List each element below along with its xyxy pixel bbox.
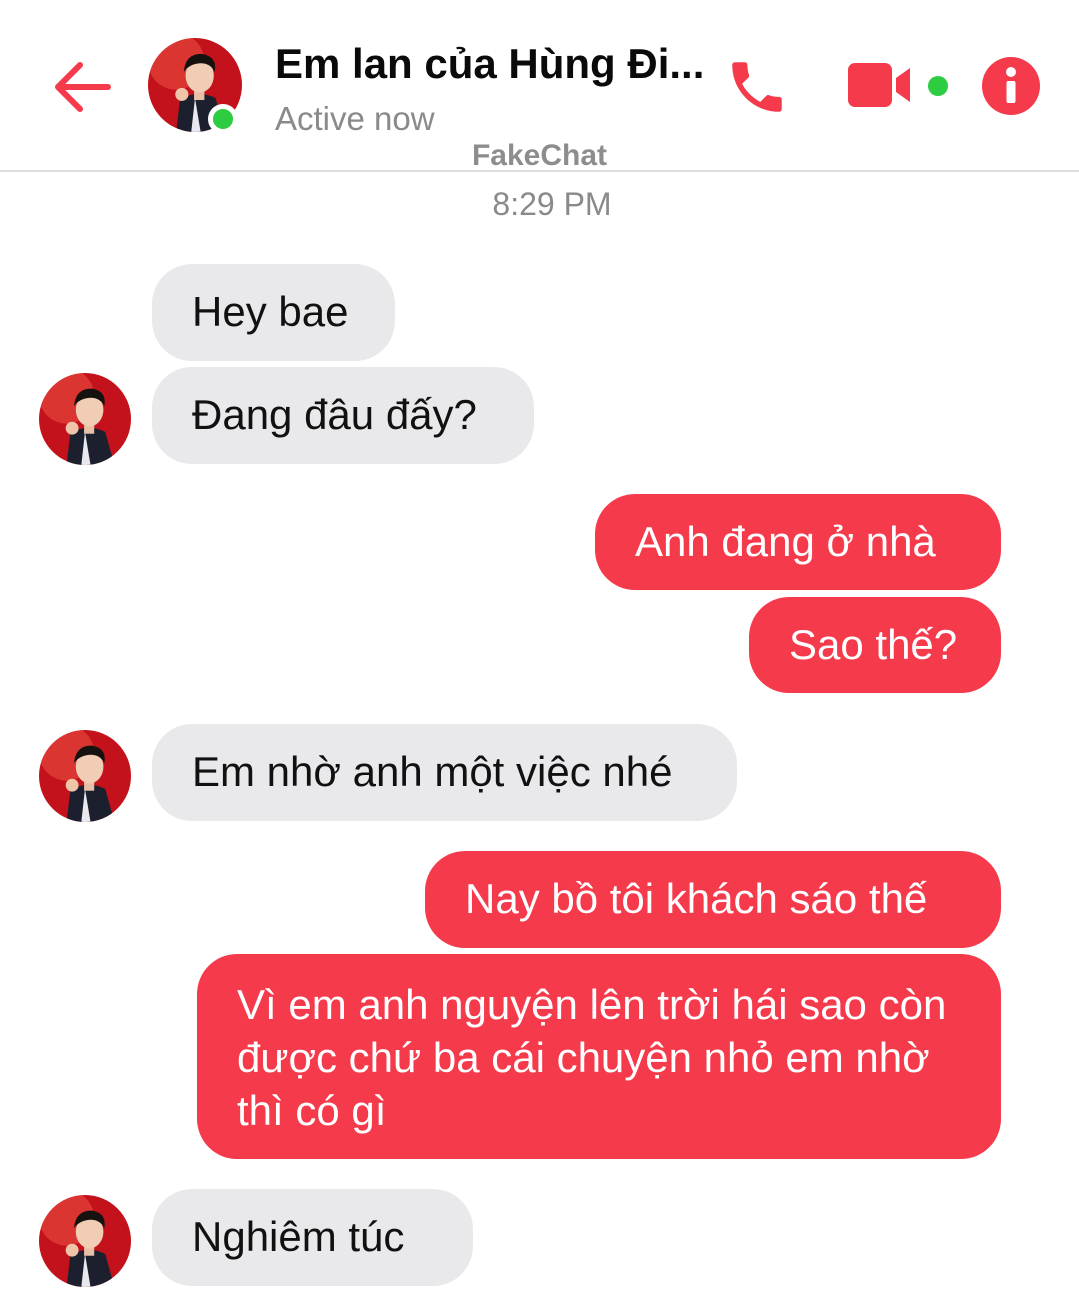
video-active-dot xyxy=(928,76,948,96)
message-bubble-outgoing[interactable]: Nay bồ tôi khách sáo thế xyxy=(425,851,1001,948)
avatar-image xyxy=(39,730,131,822)
message-bubble-incoming[interactable]: Nghiêm túc xyxy=(152,1189,473,1286)
message-timestamp: 8:29 PM xyxy=(492,186,612,222)
avatar-image xyxy=(39,1195,131,1287)
contact-avatar-small xyxy=(39,373,131,465)
contact-name[interactable]: Em lan của Hùng Đi... xyxy=(275,40,715,88)
contact-avatar-small xyxy=(39,1195,131,1287)
message-bubble-incoming[interactable]: Em nhờ anh một việc nhé xyxy=(152,724,737,821)
message-bubble-outgoing[interactable]: Anh đang ở nhà xyxy=(595,494,1001,590)
phone-icon[interactable] xyxy=(724,54,790,120)
arrow-left-icon[interactable] xyxy=(50,55,114,119)
online-indicator xyxy=(208,104,238,134)
avatar-image xyxy=(39,373,131,465)
message-bubble-incoming[interactable]: Đang đâu đấy? xyxy=(152,367,534,464)
contact-avatar-small xyxy=(39,730,131,822)
active-status: Active now xyxy=(275,100,435,137)
video-camera-icon[interactable] xyxy=(848,60,910,110)
message-bubble-outgoing[interactable]: Sao thế? xyxy=(749,597,1001,693)
message-bubble-outgoing[interactable]: Vì em anh nguyện lên trời hái sao còn đư… xyxy=(197,954,1001,1159)
info-icon[interactable] xyxy=(982,57,1040,115)
watermark: FakeChat xyxy=(471,139,608,172)
message-bubble-incoming[interactable]: Hey bae xyxy=(152,264,395,361)
